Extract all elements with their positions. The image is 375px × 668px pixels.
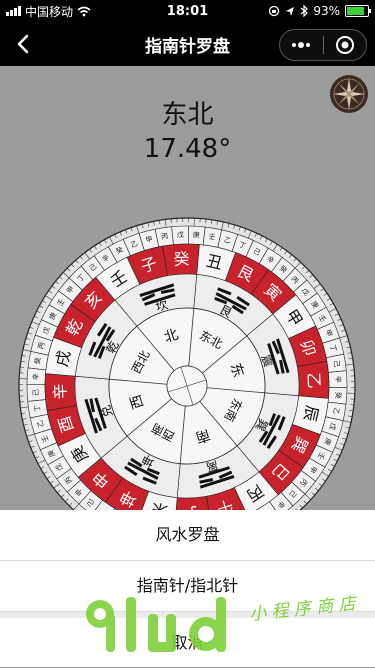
jiazi-char: 辛 (334, 376, 343, 383)
close-circle-icon (335, 36, 354, 54)
sheet-option-compass[interactable]: 指南针/指北针 (0, 561, 375, 612)
jiazi-char: 癸 (334, 392, 343, 400)
back-icon[interactable] (8, 28, 40, 60)
jiazi-char: 庚 (193, 230, 201, 239)
jiazi-char: 辛 (31, 373, 40, 381)
nav-bar: 指南针罗盘 (0, 22, 375, 66)
battery-percent: 93% (313, 4, 340, 18)
battery-icon (345, 5, 371, 17)
mini-program-capsule (279, 29, 367, 61)
page-title: 指南针罗盘 (145, 36, 230, 57)
mountain-char: 癸 (173, 249, 190, 269)
orientation-lock-icon (269, 5, 280, 17)
location-icon (286, 6, 295, 16)
compass-dial: 甲丙戊庚壬乙丁己辛癸丙戊庚壬甲丁己辛癸乙戊庚壬甲丙己辛癸乙丁庚壬甲丙戊辛癸乙丁己… (18, 217, 356, 555)
action-sheet: 风水罗盘 指南针/指北针 取消 (0, 510, 375, 667)
sheet-option-fengshui[interactable]: 风水罗盘 (0, 510, 375, 561)
sheet-cancel-button[interactable]: 取消 (0, 618, 375, 668)
more-button[interactable] (280, 30, 323, 60)
jiazi-char: 癸 (33, 357, 43, 365)
mountain-char: 乙 (304, 372, 324, 389)
jiazi-char: 丁 (33, 404, 42, 412)
status-right: 93% (268, 4, 371, 18)
heading-direction: 东北 (161, 100, 214, 130)
mountain-char: 辛 (50, 383, 70, 400)
close-button[interactable] (324, 30, 367, 60)
bluetooth-icon (300, 5, 309, 17)
jiazi-char: 丙 (161, 232, 169, 241)
jiazi-char: 己 (332, 360, 341, 368)
feng-shui-compass: 甲丙戊庚壬乙丁己辛癸丙戊庚壬甲丁己辛癸乙戊庚壬甲丙己辛癸乙丁庚壬甲丙戊辛癸乙丁己… (17, 216, 357, 556)
more-dots-icon (292, 42, 311, 48)
status-bar: 中国移动 18:01 93% (0, 0, 375, 22)
jiazi-char: 己 (32, 389, 40, 396)
compass-rotor: 甲丙戊庚壬乙丁己辛癸丙戊庚壬甲丁己辛癸乙戊庚壬甲丙己辛癸乙丁庚壬甲丙戊辛癸乙丁己… (18, 217, 356, 555)
heading-angle: 17.48° (143, 134, 232, 164)
jiazi-char: 戊 (177, 230, 184, 239)
jiazi-char: 乙 (331, 407, 340, 415)
jiazi-char: 壬 (208, 232, 216, 242)
